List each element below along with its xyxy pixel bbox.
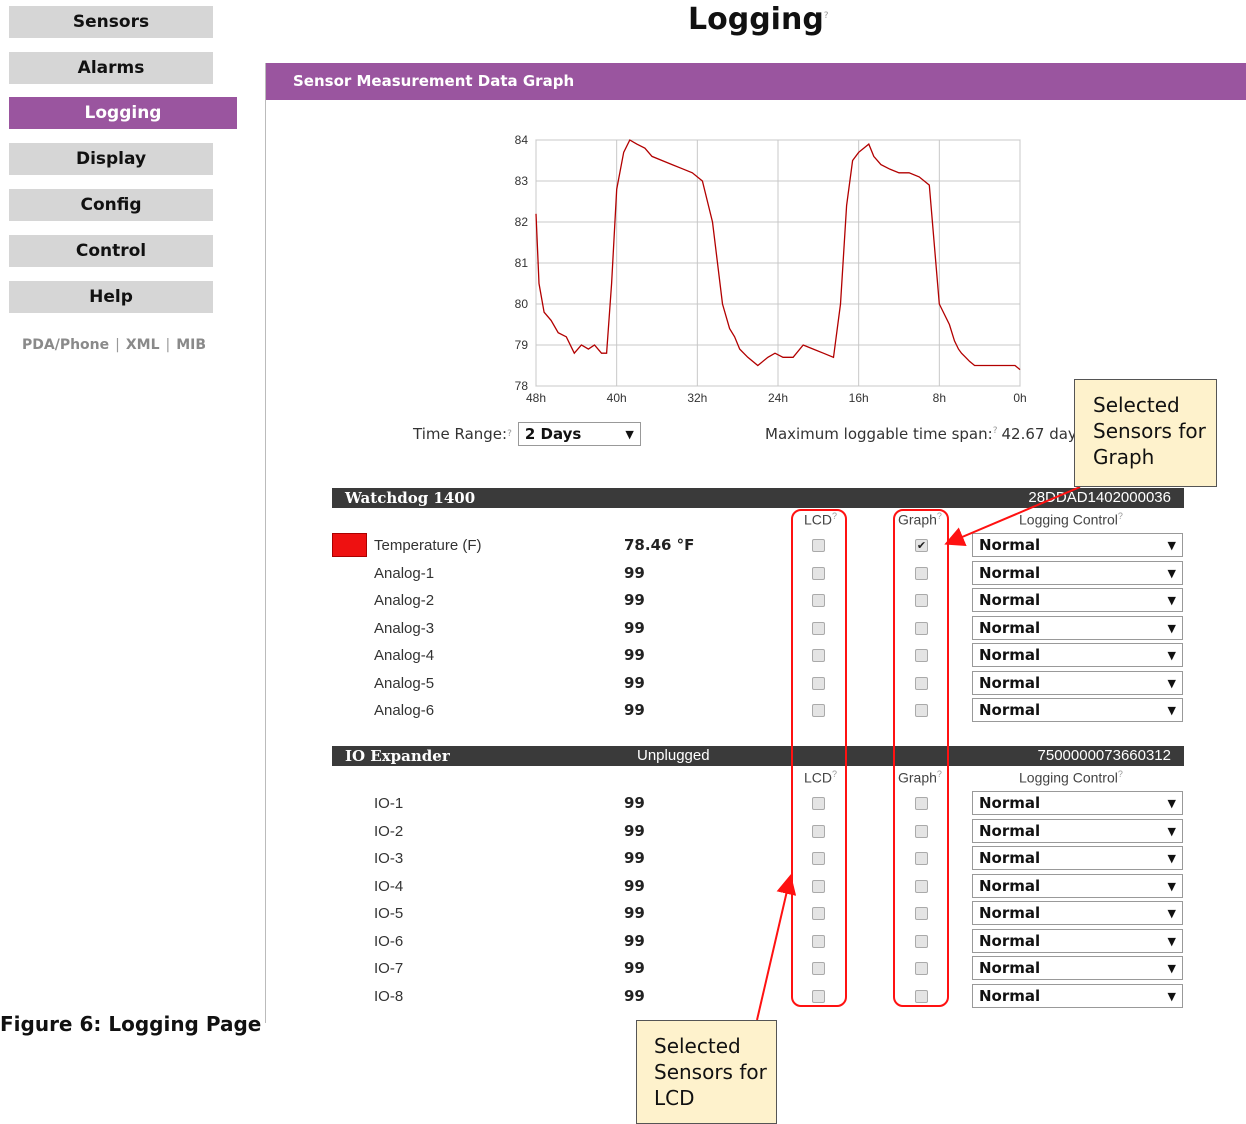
lcd-callout: Selected Sensors for LCD: [636, 1020, 777, 1124]
lcd-callout-arrow: [756, 874, 797, 1021]
graph-callout: Selected Sensors for Graph: [1074, 379, 1217, 487]
callout-arrows: [756, 486, 1081, 1021]
graph-callout-arrow: [944, 486, 1081, 546]
figure-caption: Figure 6: Logging Page: [0, 1012, 262, 1036]
